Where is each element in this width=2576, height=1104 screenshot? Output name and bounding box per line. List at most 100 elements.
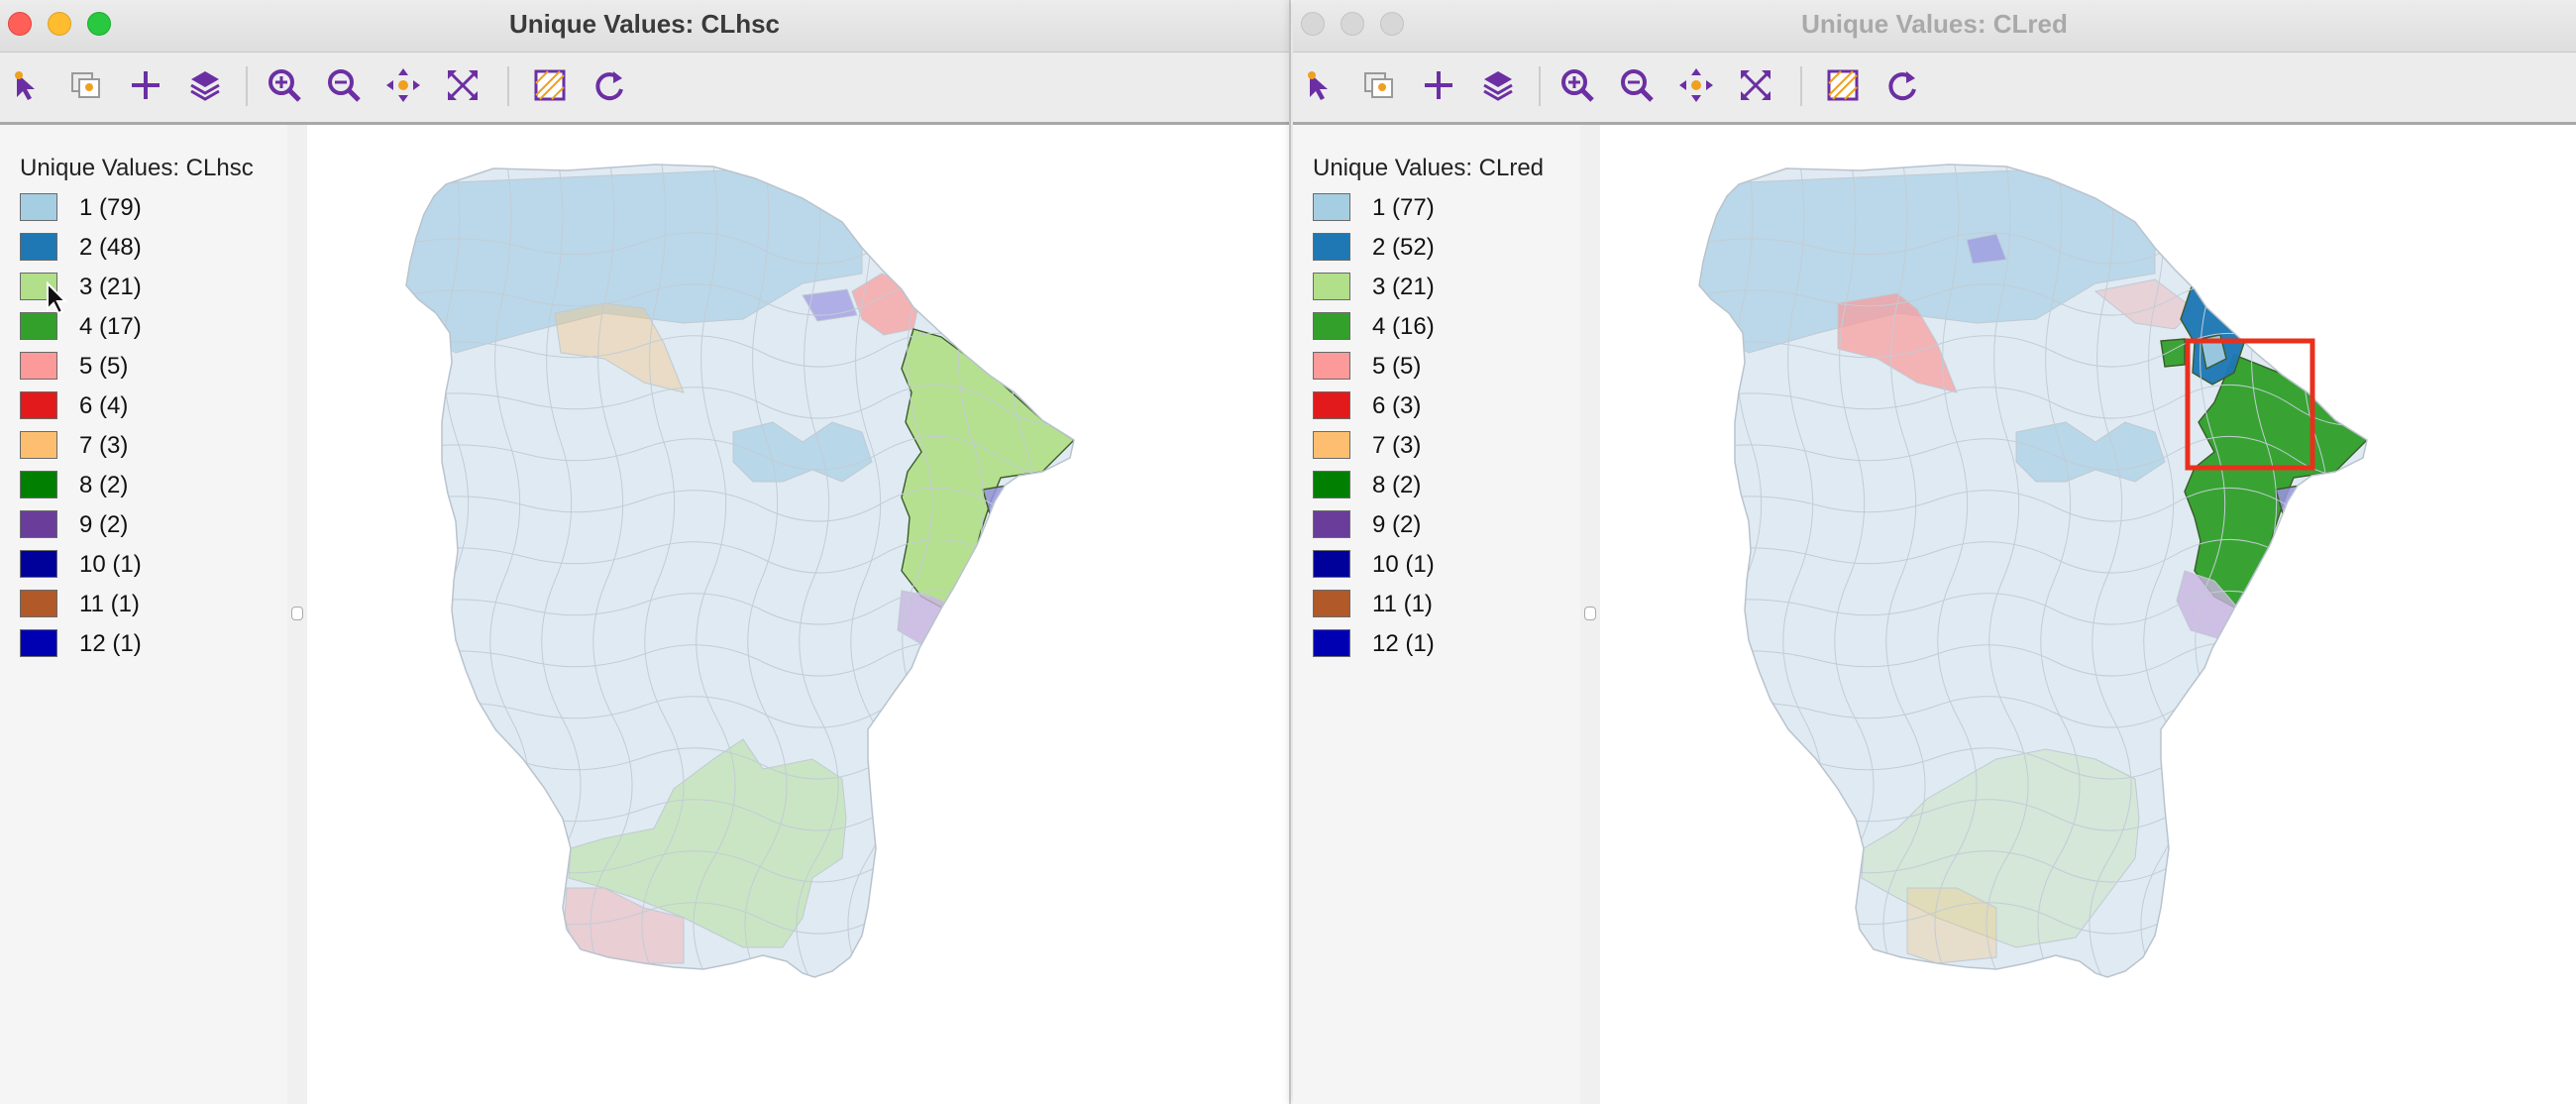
legend-item[interactable]: 10 (1) — [20, 549, 277, 579]
layers-button[interactable] — [182, 62, 228, 108]
legend-label: 7 (3) — [79, 432, 129, 459]
left-map-canvas[interactable] — [307, 125, 1289, 1104]
legend-swatch[interactable] — [20, 352, 57, 380]
legend-swatch[interactable] — [20, 233, 57, 261]
left-titlebar: Unique Values: CLhsc — [0, 0, 1289, 53]
legend-swatch[interactable] — [1313, 629, 1350, 657]
legend-label: 12 (1) — [79, 630, 142, 657]
legend-item[interactable]: 2 (48) — [20, 232, 277, 262]
legend-item[interactable]: 9 (2) — [1313, 509, 1570, 539]
legend-swatch[interactable] — [1313, 431, 1350, 459]
legend-label: 9 (2) — [1372, 511, 1422, 538]
legend-item[interactable]: 12 (1) — [20, 628, 277, 658]
refresh-icon — [595, 71, 623, 101]
layers-button[interactable] — [1475, 62, 1521, 108]
zoom-in-button[interactable] — [1555, 62, 1600, 108]
legend-swatch[interactable] — [1313, 273, 1350, 300]
mouse-pointer-icon — [47, 281, 68, 315]
legend-swatch[interactable] — [1313, 352, 1350, 380]
right-choropleth-map[interactable] — [1600, 125, 2576, 1104]
zoom-out-icon — [1621, 69, 1654, 102]
pan-button[interactable] — [380, 62, 426, 108]
legend-swatch[interactable] — [20, 590, 57, 617]
legend-label: 7 (3) — [1372, 432, 1422, 459]
legend-title: Unique Values: CLhsc — [20, 155, 254, 181]
cluster-3-coastal[interactable] — [901, 328, 1074, 611]
basemap-button[interactable] — [527, 62, 573, 108]
legend-swatch[interactable] — [20, 431, 57, 459]
full-extent-button[interactable] — [1733, 62, 1778, 108]
select-button[interactable] — [4, 62, 50, 108]
full-extent-icon — [1741, 70, 1771, 100]
legend-swatch[interactable] — [1313, 193, 1350, 221]
add-layer-button[interactable] — [123, 62, 168, 108]
legend-item[interactable]: 4 (17) — [20, 311, 277, 341]
legend-item[interactable]: 5 (5) — [20, 351, 277, 381]
legend-item[interactable]: 5 (5) — [1313, 351, 1570, 381]
copy-image-icon — [1364, 72, 1393, 98]
legend-swatch[interactable] — [20, 391, 57, 419]
refresh-button[interactable] — [587, 62, 632, 108]
legend-swatch[interactable] — [1313, 550, 1350, 578]
legend-item[interactable]: 11 (1) — [1313, 589, 1570, 618]
legend-swatch[interactable] — [1313, 391, 1350, 419]
select-button[interactable] — [1297, 62, 1342, 108]
legend-swatch[interactable] — [20, 193, 57, 221]
legend-item[interactable]: 1 (77) — [1313, 192, 1570, 222]
legend-item[interactable]: 10 (1) — [1313, 549, 1570, 579]
left-choropleth-map[interactable] — [307, 125, 1291, 1104]
legend-item[interactable]: 6 (3) — [1313, 390, 1570, 420]
legend-item[interactable]: 4 (16) — [1313, 311, 1570, 341]
full-extent-button[interactable] — [440, 62, 485, 108]
legend-item[interactable]: 6 (4) — [20, 390, 277, 420]
legend-label: 12 (1) — [1372, 630, 1435, 657]
cluster-4-west-bit[interactable] — [2160, 338, 2186, 368]
legend-swatch[interactable] — [20, 312, 57, 340]
legend-swatch[interactable] — [20, 629, 57, 657]
legend-item[interactable]: 7 (3) — [1313, 430, 1570, 460]
basemap-button[interactable] — [1820, 62, 1866, 108]
legend-swatch[interactable] — [1313, 312, 1350, 340]
select-icon — [15, 71, 35, 100]
legend-item[interactable]: 9 (2) — [20, 509, 277, 539]
copy-image-button[interactable] — [1356, 62, 1402, 108]
legend-item[interactable]: 7 (3) — [20, 430, 277, 460]
layers-icon — [190, 71, 220, 101]
legend-item[interactable]: 2 (52) — [1313, 232, 1570, 262]
legend-label: 4 (17) — [79, 313, 142, 340]
zoom-out-button[interactable] — [1614, 62, 1660, 108]
right-splitter[interactable] — [1580, 125, 1601, 1104]
legend-swatch[interactable] — [1313, 590, 1350, 617]
legend-item[interactable]: 11 (1) — [20, 589, 277, 618]
copy-image-button[interactable] — [63, 62, 109, 108]
add-layer-button[interactable] — [1416, 62, 1461, 108]
zoom-in-icon — [1561, 69, 1594, 102]
legend-item[interactable]: 12 (1) — [1313, 628, 1570, 658]
pan-button[interactable] — [1673, 62, 1719, 108]
legend-swatch[interactable] — [20, 510, 57, 538]
zoom-out-button[interactable] — [321, 62, 367, 108]
legend-swatch[interactable] — [20, 550, 57, 578]
toolbar-separator — [246, 66, 248, 106]
window-title: Unique Values: CLred — [1801, 9, 2068, 39]
right-titlebar: Unique Values: CLred — [1293, 0, 2576, 53]
legend-swatch[interactable] — [1313, 510, 1350, 538]
legend-swatch[interactable] — [1313, 471, 1350, 498]
legend-item[interactable]: 1 (79) — [20, 192, 277, 222]
layers-icon — [1483, 71, 1513, 101]
legend-item[interactable]: 8 (2) — [1313, 470, 1570, 499]
left-splitter[interactable] — [287, 125, 308, 1104]
legend-label: 6 (3) — [1372, 392, 1422, 419]
zoom-out-icon — [328, 69, 361, 102]
cluster-purple-south[interactable] — [897, 590, 962, 645]
right-map-canvas[interactable] — [1600, 125, 2576, 1104]
zoom-in-button[interactable] — [262, 62, 307, 108]
refresh-button[interactable] — [1879, 62, 1925, 108]
legend-item[interactable]: 8 (2) — [20, 470, 277, 499]
splitter-grip[interactable] — [1584, 607, 1596, 620]
legend-swatch[interactable] — [20, 471, 57, 498]
legend-swatch[interactable] — [1313, 233, 1350, 261]
legend-item[interactable]: 3 (21) — [1313, 272, 1570, 301]
splitter-grip[interactable] — [291, 607, 303, 620]
select-icon — [1308, 71, 1328, 100]
